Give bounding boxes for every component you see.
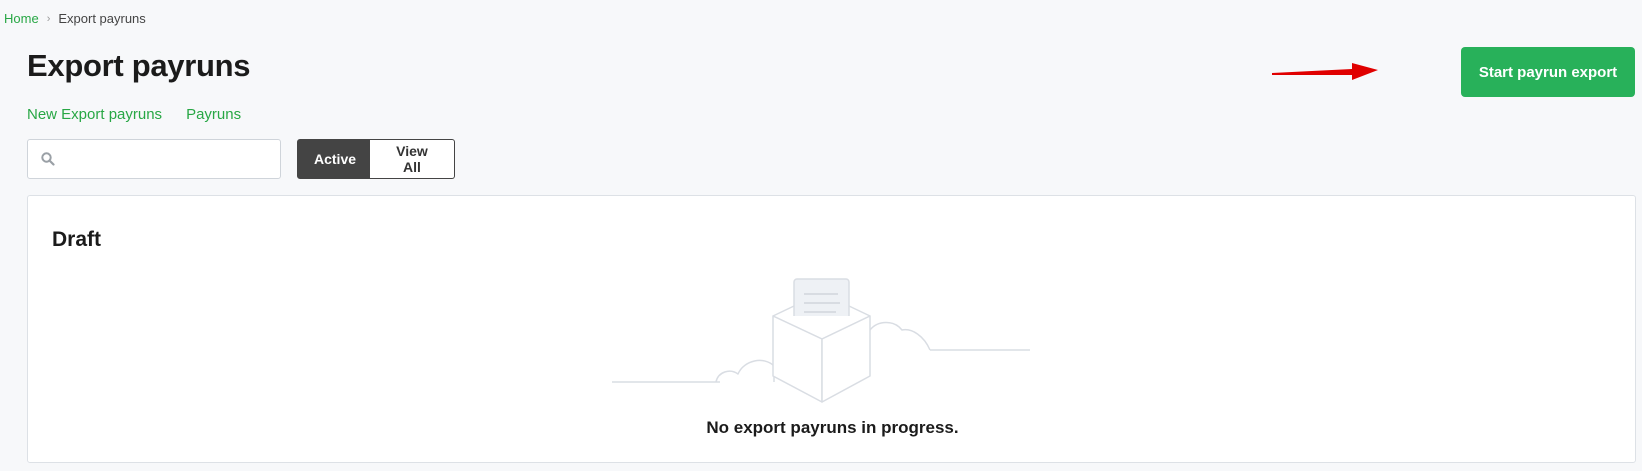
draft-card: Draft No export payruns in progress. <box>27 195 1636 463</box>
filter-view-all-button[interactable]: View All <box>370 139 455 179</box>
search-icon <box>41 152 55 166</box>
new-export-payruns-link[interactable]: New Export payruns <box>27 106 162 123</box>
empty-box-document-icon <box>612 278 1030 403</box>
search-input[interactable] <box>64 140 274 178</box>
filter-active-button[interactable]: Active <box>297 139 370 179</box>
breadcrumb-separator: › <box>46 12 51 25</box>
draft-section-title: Draft <box>52 228 102 251</box>
search-box <box>27 139 281 179</box>
breadcrumb-current: Export payruns <box>58 11 146 26</box>
breadcrumb: Home › Export payruns <box>4 11 146 26</box>
start-payrun-export-button[interactable]: Start payrun export <box>1461 47 1635 97</box>
sub-navigation: New Export payruns Payruns <box>27 106 241 123</box>
payruns-link[interactable]: Payruns <box>186 106 241 123</box>
page-title: Export payruns <box>27 48 251 83</box>
breadcrumb-home-link[interactable]: Home <box>4 11 39 26</box>
red-arrow-annotation <box>1272 63 1378 80</box>
empty-state-message: No export payruns in progress. <box>706 418 959 437</box>
status-filter-toggle: Active View All <box>297 139 455 179</box>
